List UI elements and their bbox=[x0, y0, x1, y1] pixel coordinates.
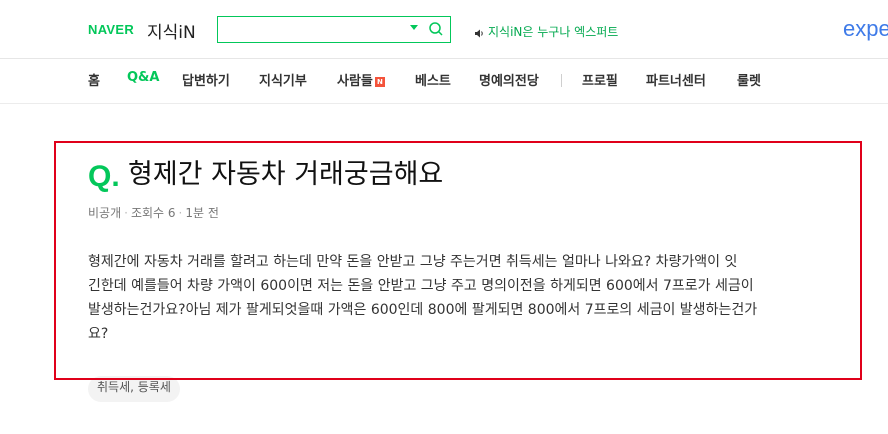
nav-divider bbox=[561, 74, 562, 87]
search-icon[interactable] bbox=[428, 21, 444, 41]
nav-item-people-label: 사람들 bbox=[337, 74, 373, 89]
expert-logo[interactable]: expe bbox=[843, 16, 888, 42]
nav-item-profile[interactable]: 프로필 bbox=[582, 70, 618, 89]
kin-logo[interactable]: 지식iN bbox=[147, 18, 196, 43]
nav-item-answer[interactable]: 답변하기 bbox=[182, 70, 230, 89]
highlight-box bbox=[54, 141, 862, 380]
nav-item-hall-of-fame[interactable]: 명예의전당 bbox=[479, 70, 539, 89]
main-nav: 홈 Q&A 답변하기 지식기부 사람들 N 베스트 명예의전당 프로필 파트너센터… bbox=[0, 59, 888, 103]
nav-item-best[interactable]: 베스트 bbox=[415, 70, 451, 89]
naver-logo[interactable]: NAVER bbox=[88, 22, 134, 37]
nav-item-qna[interactable]: Q&A bbox=[127, 70, 159, 85]
nav-item-home[interactable]: 홈 bbox=[88, 70, 100, 89]
nav-item-donate[interactable]: 지식기부 bbox=[259, 70, 307, 89]
nav-item-roulette[interactable]: 룰렛 bbox=[737, 70, 761, 89]
speaker-icon bbox=[474, 24, 485, 43]
top-header: NAVER 지식iN 지식iN은 누구나 엑스퍼트 expe bbox=[0, 0, 888, 58]
nav-divider-line bbox=[0, 103, 888, 104]
new-badge: N bbox=[374, 76, 385, 87]
chevron-down-icon[interactable] bbox=[410, 25, 418, 30]
nav-item-partner-center[interactable]: 파트너센터 bbox=[646, 70, 706, 89]
search-box[interactable] bbox=[217, 16, 451, 43]
search-input[interactable] bbox=[222, 20, 406, 41]
nav-item-people[interactable]: 사람들 N bbox=[337, 70, 385, 89]
slogan-link[interactable]: 지식iN은 누구나 엑스퍼트 bbox=[488, 23, 618, 40]
